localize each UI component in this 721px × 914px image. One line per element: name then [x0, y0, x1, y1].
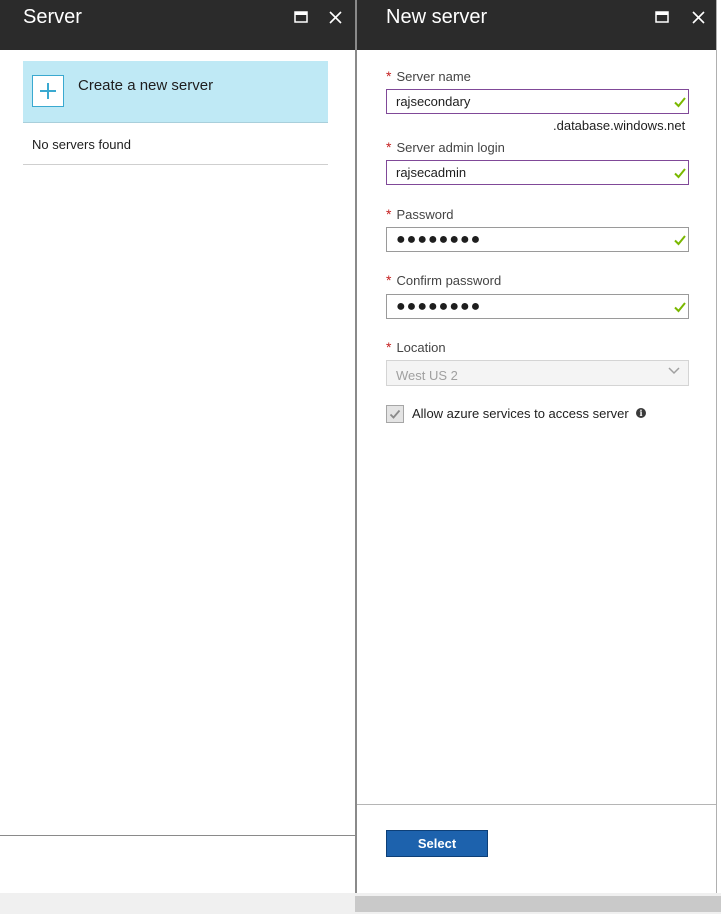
password-input[interactable]: ●●●●●●●● — [386, 227, 689, 252]
divider — [0, 835, 355, 836]
close-icon[interactable] — [688, 7, 708, 27]
allow-azure-services-label: Allow azure services to access server — [412, 406, 629, 421]
blade-edge — [716, 0, 717, 893]
confirm-password-input[interactable]: ●●●●●●●● — [386, 294, 689, 319]
info-icon[interactable]: i — [636, 408, 646, 418]
server-blade: Server Create a new server No servers fo… — [0, 0, 355, 893]
checkmark-icon — [389, 409, 401, 419]
divider — [23, 164, 328, 165]
location-label: * Location — [386, 339, 446, 355]
admin-login-input[interactable] — [386, 160, 689, 185]
server-blade-title: Server — [23, 6, 82, 28]
maximize-icon[interactable] — [291, 7, 311, 27]
checkmark-icon — [674, 168, 686, 179]
plus-icon — [32, 75, 64, 107]
allow-azure-services-checkbox[interactable] — [386, 405, 404, 423]
location-select-value: West US 2 — [396, 368, 458, 383]
server-name-input[interactable] — [386, 89, 689, 114]
checkmark-icon — [674, 97, 686, 108]
create-new-server-label: Create a new server — [78, 77, 214, 94]
create-new-server-button[interactable]: Create a new server — [23, 61, 328, 123]
required-marker: * — [386, 206, 392, 222]
new-server-blade: New server *Server name .database.window… — [357, 0, 716, 893]
server-name-suffix: .database.windows.net — [553, 118, 686, 133]
password-label: * Password — [386, 206, 454, 222]
confirm-password-label: * Confirm password — [386, 272, 502, 288]
new-server-blade-title: New server — [386, 6, 488, 28]
checkmark-icon — [674, 302, 686, 313]
no-servers-text: No servers found — [32, 137, 131, 152]
required-marker: * — [386, 272, 392, 288]
required-marker: * — [386, 68, 392, 84]
required-marker: * — [386, 139, 392, 155]
maximize-icon[interactable] — [652, 7, 672, 27]
new-server-blade-header: New server — [357, 0, 716, 50]
select-button[interactable]: Select — [386, 830, 488, 857]
admin-login-label: * Server admin login — [386, 139, 505, 155]
required-marker: * — [386, 339, 392, 355]
server-blade-header: Server — [0, 0, 355, 50]
close-icon[interactable] — [325, 7, 345, 27]
scrollbar-thumb[interactable] — [355, 896, 721, 912]
divider — [357, 804, 716, 805]
chevron-down-icon — [668, 367, 680, 375]
checkmark-icon — [674, 235, 686, 246]
location-select[interactable]: West US 2 — [386, 360, 689, 386]
server-name-label: * Server name — [386, 68, 471, 84]
